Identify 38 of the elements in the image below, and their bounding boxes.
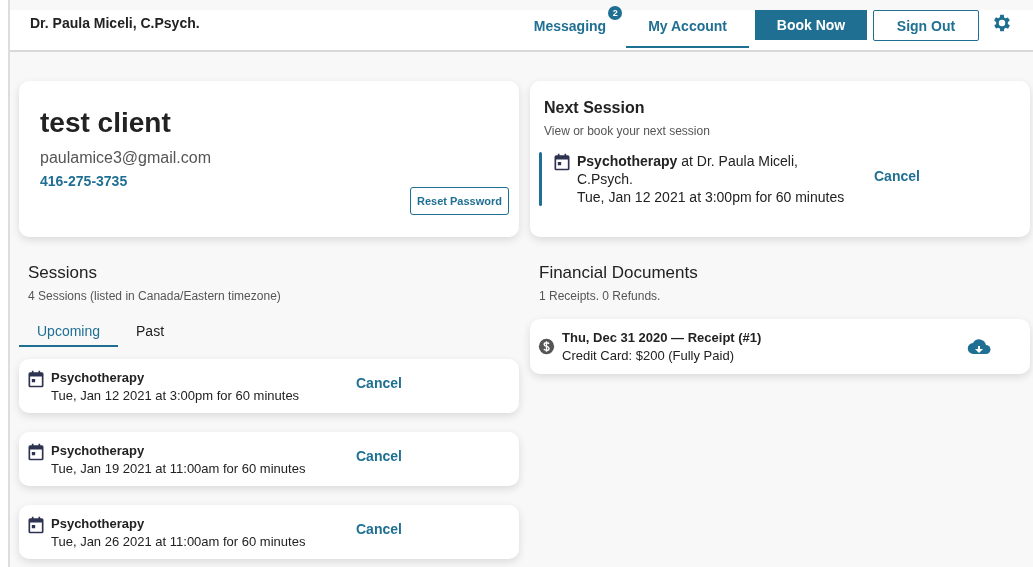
- calendar-icon: [26, 442, 46, 462]
- cancel-link[interactable]: Cancel: [356, 448, 402, 464]
- section-subtitle: 4 Sessions (listed in Canada/Eastern timezone): [28, 289, 282, 303]
- section-title: Financial Documents: [539, 263, 699, 283]
- calendar-icon: [26, 515, 46, 535]
- cloud-download-icon[interactable]: [967, 337, 991, 356]
- practice-name: Dr. Paula Miceli, C.Psych.: [30, 15, 200, 31]
- session-service: Psychotherapy: [51, 442, 146, 458]
- calendar-icon: [26, 369, 46, 389]
- unread-count: 2: [608, 6, 623, 20]
- cancel-link[interactable]: Cancel: [356, 521, 402, 537]
- calendar-icon: [552, 152, 572, 172]
- receipt-detail: Credit Card: $200 (Fully Paid): [562, 348, 735, 363]
- receipt-title: Thu, Dec 31 2020 — Receipt (#1): [562, 330, 763, 345]
- nav-button[interactable]: Book Now: [755, 10, 867, 40]
- client-email: paulamice3@gmail.com: [40, 149, 211, 167]
- cancel-link[interactable]: Cancel: [356, 375, 402, 391]
- reset-password-button[interactable]: Reset Password: [410, 187, 509, 215]
- cancel-link[interactable]: Cancel: [874, 168, 920, 184]
- session-time: Tue, Jan 26 2021 at 11:00am for 60 minutes: [51, 533, 307, 549]
- session-service: Psychotherapy: [51, 369, 146, 385]
- section-subtitle: 1 Receipts. 0 Refunds.: [539, 289, 662, 303]
- nav-button[interactable]: Sign Out: [873, 10, 979, 41]
- nav-button[interactable]: My Account: [626, 10, 749, 48]
- section-title: Sessions: [28, 263, 98, 283]
- session-time: Tue, Jan 12 2021 at 3:00pm for 60 minutes: [51, 387, 301, 403]
- session-service: Psychotherapy: [51, 515, 146, 531]
- session-tab[interactable]: Past: [118, 323, 183, 347]
- session-description: Psychotherapy at Dr. Paula Miceli, C.Psych.: [577, 152, 799, 188]
- dollar-icon: [538, 338, 555, 355]
- session-time: Tue, Jan 19 2021 at 11:00am for 60 minutes: [51, 460, 307, 476]
- client-name: test client: [40, 107, 172, 139]
- settings-icon[interactable]: [991, 12, 1013, 34]
- card-subtitle: View or book your next session: [544, 124, 711, 138]
- card-title: Next Session: [544, 99, 646, 117]
- session-tab[interactable]: Upcoming: [19, 323, 119, 347]
- phone-link[interactable]: 416-275-3735: [40, 173, 211, 189]
- session-time: Tue, Jan 12 2021 at 3:00pm for 60 minutes: [577, 188, 846, 206]
